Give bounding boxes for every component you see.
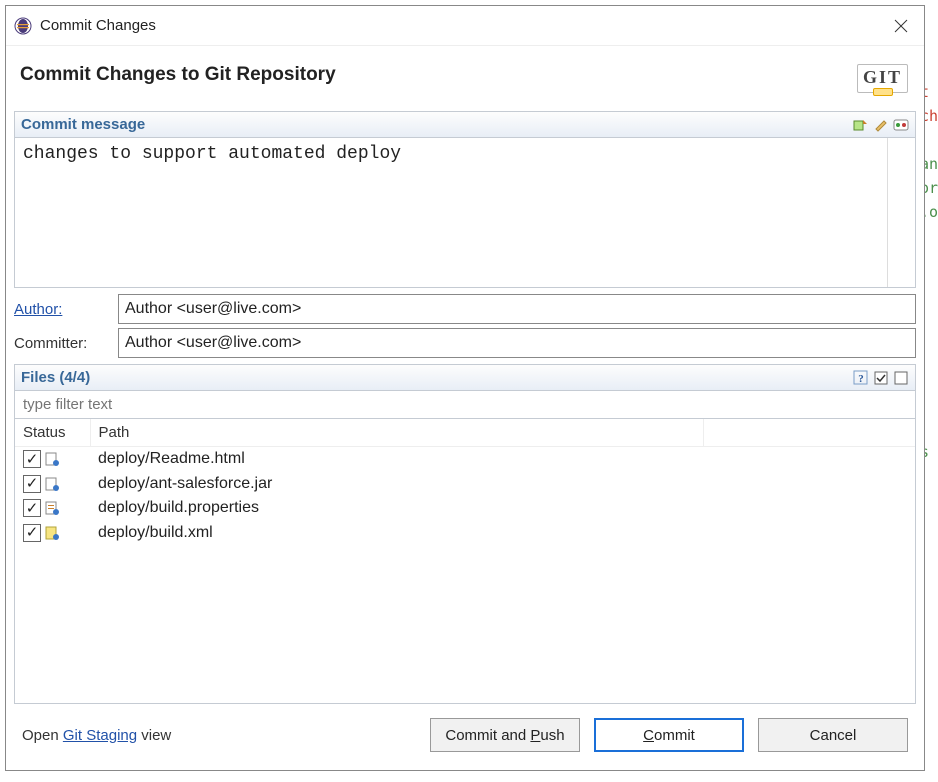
files-label: Files (4/4) <box>21 369 853 386</box>
col-status[interactable]: Status <box>15 419 90 447</box>
file-path: deploy/ant-salesforce.jar <box>90 472 915 497</box>
deselect-all-icon[interactable] <box>893 370 909 386</box>
close-button[interactable] <box>886 11 916 41</box>
page-title: Commit Changes to Git Repository <box>20 64 336 86</box>
commit-dialog: Commit Changes Commit Changes to Git Rep… <box>5 5 925 771</box>
table-row[interactable]: ✓ deploy/Readme.html <box>15 447 915 472</box>
author-input[interactable] <box>118 294 916 324</box>
file-checkbox[interactable]: ✓ <box>23 524 41 542</box>
commit-message-input[interactable] <box>15 138 887 287</box>
staging-hint: Open Git Staging view <box>22 727 416 744</box>
committer-input[interactable] <box>118 328 916 358</box>
help-icon[interactable]: ? <box>853 370 869 386</box>
file-props-icon <box>45 501 59 515</box>
file-checkbox[interactable]: ✓ <box>23 499 41 517</box>
footer: Open Git Staging view Commit and Push Co… <box>6 704 924 770</box>
commit-button[interactable]: Commit <box>594 718 744 752</box>
files-table: Status Path ✓ deploy/Readme.html ✓ deploy/a… <box>14 419 916 704</box>
table-row[interactable]: ✓ deploy/build.xml <box>15 521 915 546</box>
file-path: deploy/build.properties <box>90 496 915 521</box>
table-row[interactable]: ✓ deploy/ant-salesforce.jar <box>15 472 915 497</box>
margin-guide <box>887 138 915 287</box>
file-xml-icon <box>45 526 59 540</box>
file-path: deploy/build.xml <box>90 521 915 546</box>
file-checkbox[interactable]: ✓ <box>23 450 41 468</box>
cancel-button[interactable]: Cancel <box>758 718 908 752</box>
files-header: Files (4/4) ? <box>14 364 916 391</box>
commit-message-label: Commit message <box>21 116 853 133</box>
git-staging-link[interactable]: Git Staging <box>63 727 137 744</box>
select-all-icon[interactable] <box>873 370 889 386</box>
titlebar: Commit Changes <box>6 6 924 46</box>
file-jar-icon <box>45 477 59 491</box>
svg-text:?: ? <box>858 373 864 385</box>
committer-label: Committer: <box>14 335 112 352</box>
file-path: deploy/Readme.html <box>90 447 915 472</box>
commit-message-box <box>14 138 916 288</box>
git-logo-icon: GIT <box>857 64 908 93</box>
changeid-icon[interactable] <box>893 117 909 133</box>
table-row[interactable]: ✓ deploy/build.properties <box>15 496 915 521</box>
files-filter-input[interactable] <box>14 391 916 419</box>
window-title: Commit Changes <box>40 17 886 34</box>
eclipse-icon <box>14 17 32 35</box>
signoff-icon[interactable] <box>873 117 889 133</box>
amend-commit-icon[interactable] <box>853 117 869 133</box>
author-label: Author: <box>14 301 112 318</box>
header-area: Commit Changes to Git Repository GIT <box>6 46 924 111</box>
col-path[interactable]: Path <box>90 419 703 447</box>
file-html-icon <box>45 452 59 466</box>
file-checkbox[interactable]: ✓ <box>23 475 41 493</box>
commit-and-push-button[interactable]: Commit and Push <box>430 718 580 752</box>
commit-message-header: Commit message <box>14 111 916 138</box>
